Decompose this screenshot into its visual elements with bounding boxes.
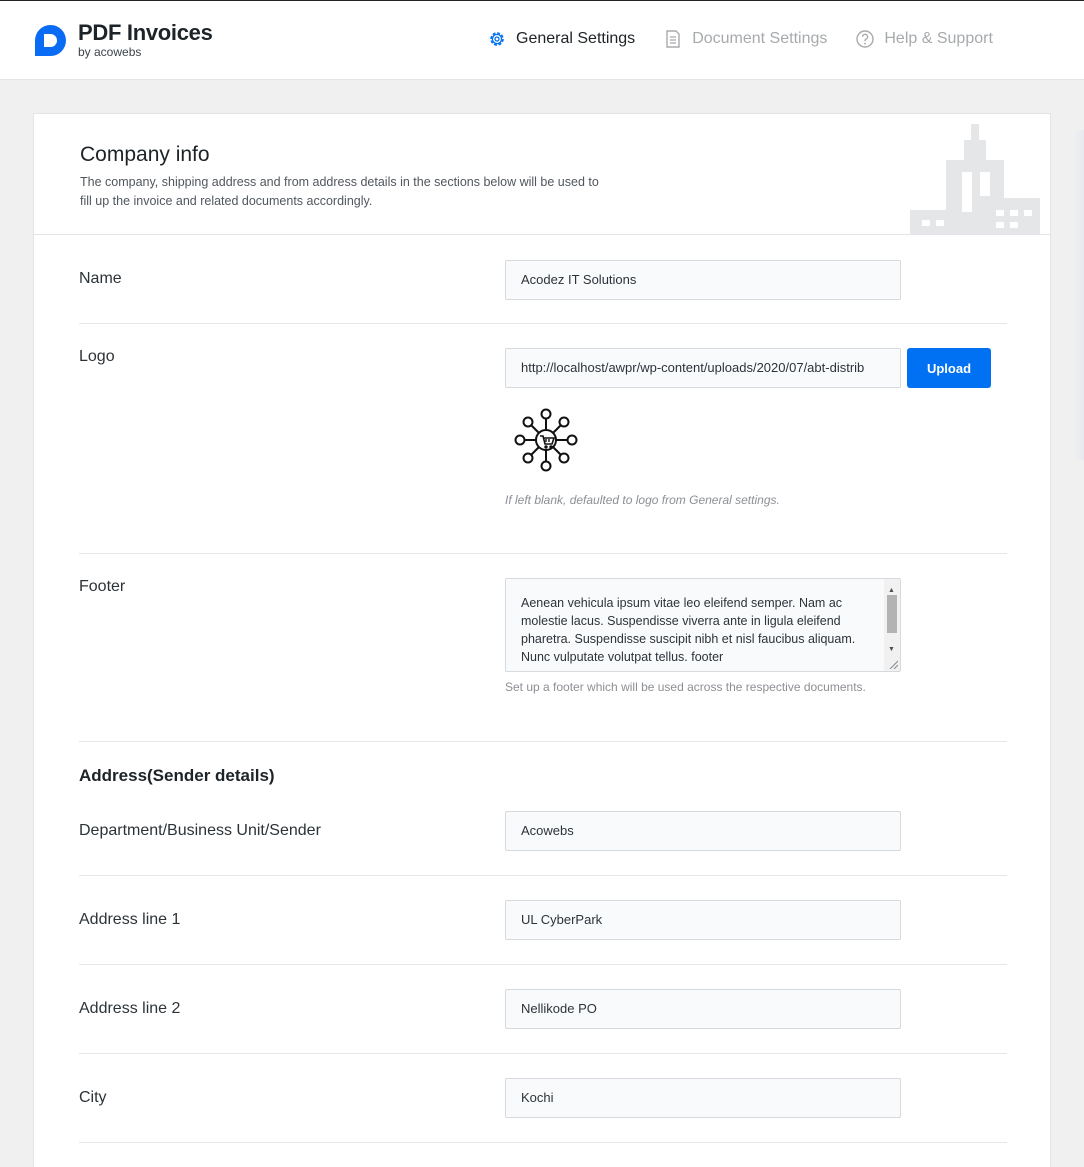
nav-document-settings[interactable]: Document Settings	[663, 29, 827, 49]
gear-icon	[490, 32, 504, 46]
upload-button[interactable]: Upload	[907, 348, 991, 388]
brand-title: PDF Invoices	[78, 20, 213, 45]
scroll-thumb[interactable]	[887, 595, 897, 633]
name-input[interactable]: Acodez IT Solutions	[505, 260, 901, 300]
nav-general-settings[interactable]: General Settings	[487, 29, 635, 49]
building-icon	[910, 124, 1040, 234]
pdf-invoices-logo-icon	[35, 24, 66, 56]
address-line2-label: Address line 2	[79, 1000, 181, 1017]
card-header: Company info The company, shipping addre…	[34, 114, 1050, 235]
address-line2-input[interactable]: Nellikode PO	[505, 989, 901, 1029]
company-info-card: Company info The company, shipping addre…	[33, 113, 1051, 1167]
divider	[79, 741, 1007, 742]
logo-hint: If left blank, defaulted to logo from Ge…	[505, 493, 780, 507]
top-bar: PDF Invoices by acowebs General Settings…	[0, 0, 1084, 80]
nav-general-settings-label: General Settings	[516, 30, 636, 47]
divider	[79, 323, 1007, 324]
document-icon	[666, 30, 680, 48]
divider	[79, 875, 1007, 876]
footer-label: Footer	[79, 578, 126, 595]
name-label: Name	[79, 270, 122, 287]
scroll-down-icon[interactable]: ▼	[888, 641, 895, 659]
logo-preview-network-icon	[514, 408, 578, 472]
department-label: Department/Business Unit/Sender	[79, 822, 321, 839]
brand-logo[interactable]: PDF Invoices by acowebs	[32, 22, 213, 59]
main-nav: General Settings Document Settings Help …	[487, 29, 1021, 49]
city-input[interactable]: Kochi	[505, 1078, 901, 1118]
address-line1-label: Address line 1	[79, 911, 181, 928]
right-edge-shadow	[1074, 130, 1084, 460]
footer-text: Aenean vehicula ipsum vitae leo eleifend…	[521, 596, 856, 664]
nav-help-support[interactable]: Help & Support	[855, 29, 993, 49]
city-label: City	[79, 1089, 107, 1106]
address-section-title: Address(Sender details)	[79, 766, 275, 785]
divider	[79, 1142, 1007, 1143]
help-icon	[856, 30, 875, 48]
card-title: Company info	[80, 143, 210, 166]
divider	[79, 553, 1007, 554]
card-description: The company, shipping address and from a…	[80, 175, 599, 208]
footer-textarea[interactable]: Aenean vehicula ipsum vitae leo eleifend…	[505, 578, 901, 672]
brand-text: PDF Invoices by acowebs	[78, 20, 213, 60]
nav-document-settings-label: Document Settings	[692, 30, 828, 47]
nav-help-support-label: Help & Support	[884, 30, 993, 47]
address-line1-input[interactable]: UL CyberPark	[505, 900, 901, 940]
divider	[79, 964, 1007, 965]
resize-grip-icon[interactable]	[889, 660, 898, 669]
logo-url-input[interactable]: http://localhost/awpr/wp-content/uploads…	[505, 348, 901, 388]
logo-label: Logo	[79, 348, 115, 365]
footer-hint: Set up a footer which will be used acros…	[505, 680, 866, 694]
department-input[interactable]: Acowebs	[505, 811, 901, 851]
brand-subtitle: by acowebs	[78, 45, 142, 59]
divider	[79, 1053, 1007, 1054]
footer-scrollbar[interactable]: ▲ ▼	[884, 579, 900, 671]
